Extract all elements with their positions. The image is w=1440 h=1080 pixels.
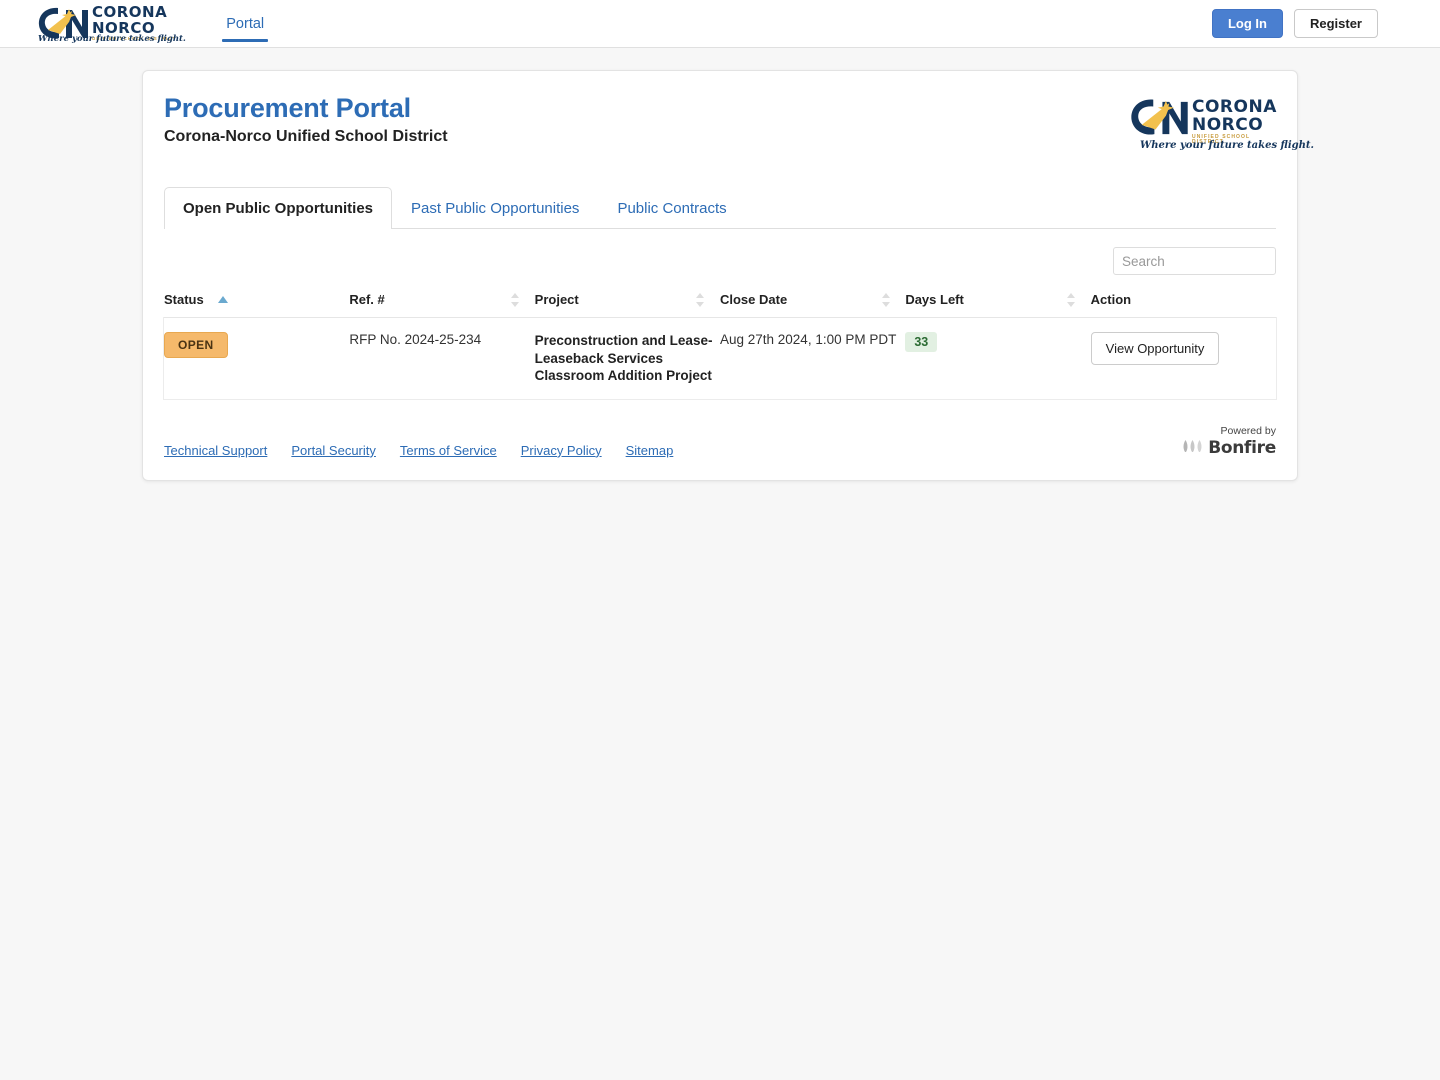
tab-open-public-opportunities[interactable]: Open Public Opportunities: [164, 187, 393, 229]
logo-wordmark: CORONA NORCO UNIFIED SCHOOL DISTRICT: [1192, 99, 1277, 145]
tab-past-public-opportunities[interactable]: Past Public Opportunities: [392, 187, 598, 229]
opportunities-table: Status Ref. # Project Close Date Days Le…: [164, 284, 1276, 400]
table-body: OPEN RFP No. 2024-25-234 Preconstruction…: [164, 317, 1276, 400]
project-title: Preconstruction and Lease-Leaseback Serv…: [534, 333, 713, 384]
table-row[interactable]: OPEN RFP No. 2024-25-234 Preconstruction…: [164, 317, 1276, 400]
column-label-days-left: Days Left: [905, 292, 964, 307]
logo-tagline: Where your future takes flight.: [38, 34, 186, 44]
nav-item-portal[interactable]: Portal: [222, 0, 269, 48]
column-header-status[interactable]: Status: [164, 284, 350, 318]
view-opportunity-button[interactable]: View Opportunity: [1090, 332, 1220, 365]
footer-link-portal-security[interactable]: Portal Security: [291, 443, 376, 458]
log-in-button[interactable]: Log In: [1211, 9, 1283, 38]
days-left-badge: 33: [905, 332, 938, 352]
footer-link-terms-of-service[interactable]: Terms of Service: [400, 443, 497, 458]
column-label-close-date: Close Date: [719, 292, 788, 307]
bonfire-wordmark: Bonfire: [1208, 438, 1276, 459]
tab-public-contracts[interactable]: Public Contracts: [598, 187, 745, 229]
sort-toggle-icon[interactable]: [881, 292, 891, 307]
cell-days-left: 33: [905, 318, 1090, 400]
powered-by-label: Powered by: [1220, 424, 1276, 437]
search-input[interactable]: [1113, 247, 1276, 275]
sort-toggle-icon[interactable]: [696, 292, 705, 307]
search-row: [164, 247, 1276, 275]
column-label-ref: Ref. #: [349, 292, 385, 307]
card-header: Procurement Portal Corona-Norco Unified …: [164, 93, 1314, 157]
bonfire-flame-icon: [1182, 439, 1204, 458]
cell-status: OPEN: [164, 318, 349, 400]
logo-line-2: NORCO: [1192, 115, 1264, 135]
status-badge: OPEN: [164, 332, 228, 358]
sort-toggle-icon[interactable]: [1067, 292, 1076, 307]
district-logo: CORONA NORCO UNIFIED SCHOOL DISTRICT Whe…: [1128, 95, 1314, 157]
logo-line-1: CORONA: [92, 3, 168, 22]
cell-close-date: Aug 27th 2024, 1:00 PM PDT: [719, 332, 897, 347]
column-header-action: Action: [1067, 284, 1276, 318]
table-header: Status Ref. # Project Close Date Days Le…: [164, 284, 1276, 318]
main-nav: Portal: [222, 0, 269, 48]
auth-buttons: Log In Register: [1211, 9, 1378, 38]
bonfire-branding: Bonfire: [1182, 439, 1276, 458]
footer-links: Technical Support Portal Security Terms …: [164, 443, 673, 458]
footer-link-sitemap[interactable]: Sitemap: [626, 443, 674, 458]
cell-action: View Opportunity: [1090, 318, 1276, 400]
site-logo[interactable]: CORONA NORCO UNIFIED SCHOOL DISTRICT Whe…: [36, 1, 186, 47]
footer-link-privacy-policy[interactable]: Privacy Policy: [521, 443, 602, 458]
top-navigation-bar: CORONA NORCO UNIFIED SCHOOL DISTRICT Whe…: [0, 0, 1440, 48]
cell-ref: RFP No. 2024-25-234: [349, 332, 482, 347]
card-footer: Technical Support Portal Security Terms …: [164, 400, 1276, 480]
sort-ascending-icon[interactable]: [217, 296, 228, 303]
logo-line-1: CORONA: [1192, 97, 1277, 117]
sort-toggle-icon[interactable]: [511, 292, 520, 307]
table-header-row: Status Ref. # Project Close Date Days Le…: [164, 284, 1276, 318]
corona-norco-logo-icon: [1128, 95, 1190, 141]
card-header-titles: Procurement Portal Corona-Norco Unified …: [164, 93, 448, 146]
column-label-status: Status: [164, 292, 204, 307]
logo-tagline: Where your future takes flight.: [1140, 140, 1314, 151]
page-subtitle: Corona-Norco Unified School District: [164, 128, 448, 145]
register-button[interactable]: Register: [1293, 9, 1378, 38]
tab-bar: Open Public Opportunities Past Public Op…: [164, 187, 1276, 229]
cell-project: Preconstruction and Lease-Leaseback Serv…: [535, 318, 720, 400]
powered-by: Powered by Bonfire: [1182, 424, 1276, 458]
column-label-project: Project: [534, 292, 579, 307]
page-title: Procurement Portal: [164, 93, 411, 123]
footer-link-technical-support[interactable]: Technical Support: [164, 443, 267, 458]
portal-card: Procurement Portal Corona-Norco Unified …: [142, 70, 1314, 481]
column-label-action: Action: [1090, 292, 1132, 307]
